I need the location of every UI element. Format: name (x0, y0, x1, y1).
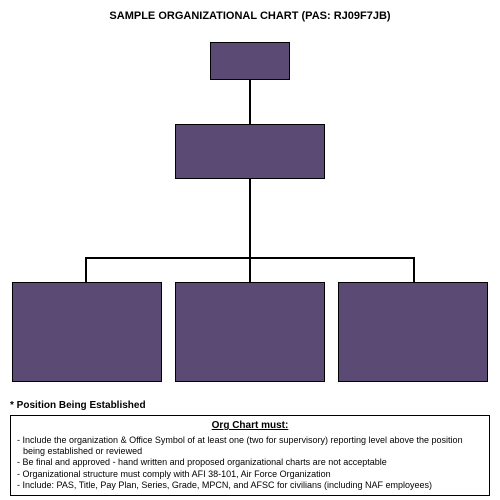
list-item: - Include the organization & Office Symb… (17, 435, 483, 458)
org-node-bottom-right (338, 282, 488, 382)
connector (85, 257, 87, 282)
org-node-bottom-left (12, 282, 162, 382)
requirements-box: Org Chart must: - Include the organizati… (10, 415, 490, 496)
connector (249, 257, 251, 282)
list-item: - Be final and approved - hand written a… (17, 457, 483, 468)
org-node-mid (175, 124, 325, 179)
position-note: * Position Being Established (10, 400, 146, 411)
org-chart: * (0, 22, 500, 397)
org-node-top (210, 42, 290, 80)
connector (249, 179, 251, 257)
list-item: - Organizational structure must comply w… (17, 469, 483, 480)
list-item: - Include: PAS, Title, Pay Plan, Series,… (17, 480, 483, 491)
connector (413, 257, 415, 282)
position-marker: * (166, 337, 171, 353)
org-node-bottom-mid (175, 282, 325, 382)
connector (249, 80, 251, 124)
requirements-heading: Org Chart must: (17, 420, 483, 433)
page-title: SAMPLE ORGANIZATIONAL CHART (PAS: RJ09F7… (0, 0, 500, 22)
requirements-list: - Include the organization & Office Symb… (17, 435, 483, 491)
